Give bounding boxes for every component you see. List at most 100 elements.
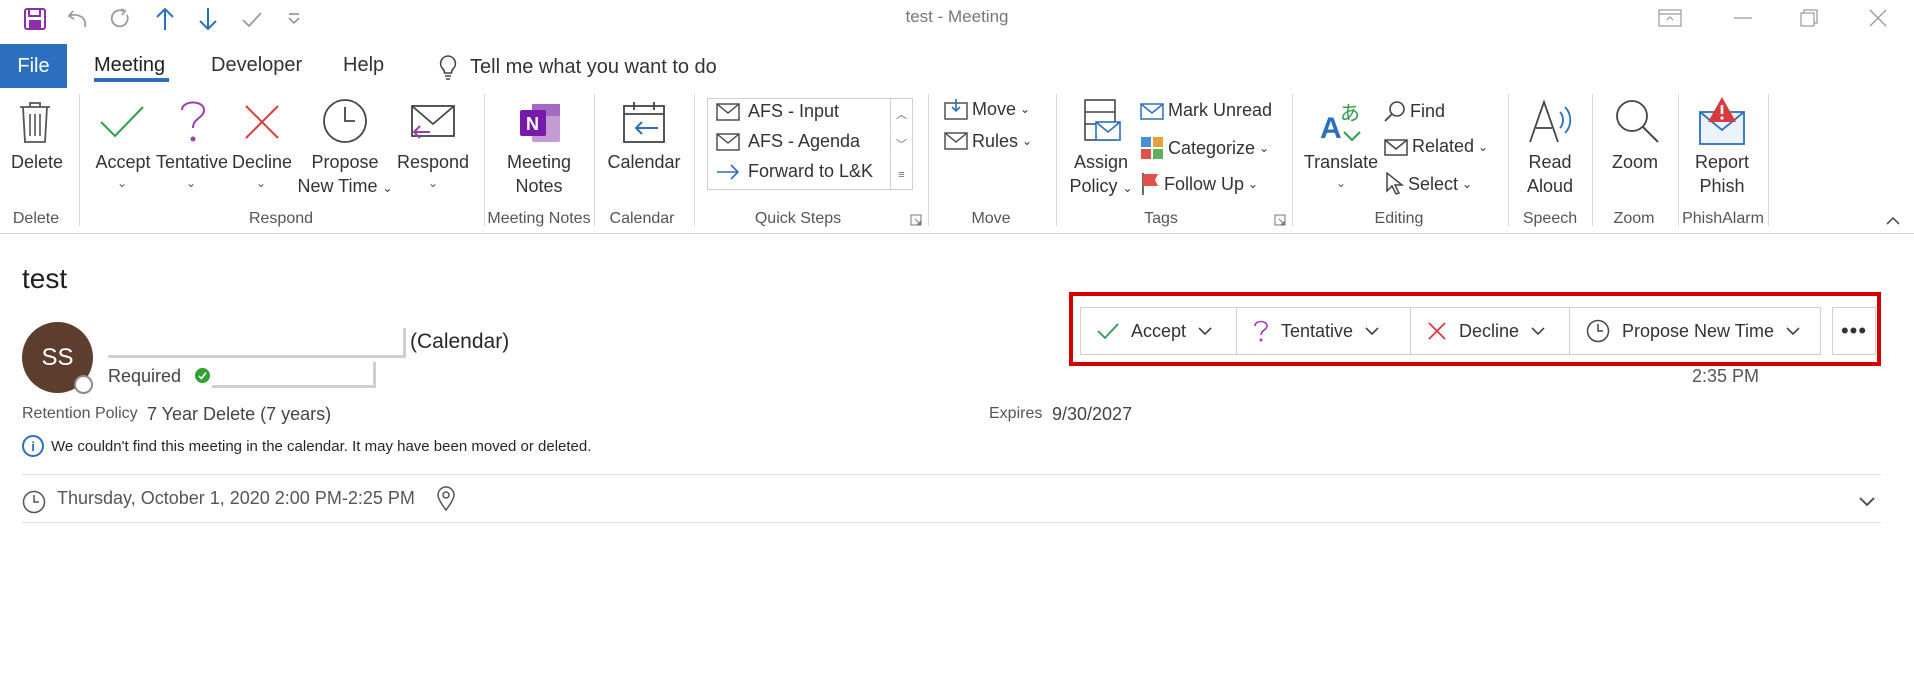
required-label: Required (108, 366, 182, 386)
accepted-status-icon (195, 368, 210, 383)
flag-icon (1142, 173, 1158, 195)
accept-check-icon[interactable] (99, 104, 145, 140)
assign-policy-line2: Policy ⌄ (1069, 176, 1133, 196)
group-separator (694, 94, 695, 226)
divider (22, 474, 1881, 475)
dialog-launcher-icon[interactable] (910, 214, 922, 226)
collapse-ribbon-icon[interactable] (1886, 216, 1900, 226)
dialog-launcher-icon[interactable] (1274, 214, 1286, 226)
move-label: Move (972, 98, 1017, 119)
accept-button[interactable]: Accept (92, 150, 154, 174)
expires-label: Expires (989, 405, 1043, 422)
chevron-down-icon[interactable]: ⌄ (428, 176, 438, 190)
response-propose-button[interactable]: Propose New Time (1570, 308, 1820, 354)
decline-x-icon[interactable] (244, 104, 280, 140)
group-label-calendar: Calendar (609, 210, 675, 227)
window-title: test - Meeting (905, 7, 1009, 26)
report-phish-line2: Phish (1699, 176, 1745, 196)
forward-arrow-icon (717, 163, 740, 180)
location-pin-icon[interactable] (436, 486, 456, 512)
response-tentative-button[interactable]: Tentative (1237, 308, 1411, 354)
follow-up-button[interactable]: Follow Up ⌄ (1140, 172, 1258, 196)
more-actions-button[interactable]: ••• (1832, 307, 1876, 355)
move-button[interactable]: Move ⌄ (944, 98, 1030, 120)
respond-envelope-icon[interactable] (410, 102, 456, 142)
categorize-button[interactable]: Categorize ⌄ (1140, 136, 1269, 160)
find-button[interactable]: Find (1384, 100, 1445, 122)
response-tentative-label: Tentative (1281, 320, 1354, 341)
tab-file[interactable]: File (0, 44, 67, 88)
close-icon[interactable] (1848, 0, 1908, 36)
expand-chevron-icon[interactable] (1858, 496, 1876, 507)
gallery-scroll-up-icon[interactable]: ︿ (890, 99, 912, 128)
meeting-notes-button[interactable]: Meeting Notes (488, 150, 590, 198)
tell-me-search[interactable]: Tell me what you want to do (438, 54, 717, 80)
tentative-question-icon[interactable] (178, 98, 208, 144)
group-label-respond: Respond (248, 210, 314, 227)
group-separator (1678, 94, 1679, 226)
translate-icon[interactable]: Aあ (1318, 98, 1364, 144)
trash-icon[interactable] (18, 100, 52, 144)
gallery-more-icon[interactable]: ≡ (890, 159, 912, 190)
response-decline-button[interactable]: Decline (1411, 308, 1570, 354)
info-icon: i (22, 435, 44, 457)
info-message: We couldn't find this meeting in the cal… (51, 437, 592, 455)
tab-developer[interactable]: Developer (211, 54, 302, 77)
cursor-icon (1386, 172, 1404, 195)
calendar-tag: (Calendar) (410, 330, 510, 353)
ribbon-display-options-icon[interactable] (1640, 0, 1700, 36)
read-aloud-button[interactable]: Read Aloud (1512, 150, 1588, 198)
calendar-button[interactable]: Calendar (602, 150, 686, 174)
chevron-down-icon[interactable]: ⌄ (186, 176, 196, 190)
tab-help[interactable]: Help (343, 54, 384, 77)
quick-step-afs-input[interactable]: AFS - Input (716, 101, 839, 122)
chevron-down-icon (1365, 326, 1379, 335)
attendee-name-redacted (212, 362, 376, 388)
chevron-down-icon[interactable]: ⌄ (117, 176, 127, 190)
svg-text:あ: あ (1340, 101, 1360, 125)
report-phish-button[interactable]: Report Phish (1682, 150, 1762, 198)
categorize-icon (1141, 137, 1163, 159)
tab-meeting[interactable]: Meeting (94, 54, 165, 77)
meeting-time-row: Thursday, October 1, 2020 2:00 PM-2:25 P… (22, 484, 1881, 522)
translate-button[interactable]: Translate (1300, 150, 1382, 174)
zoom-button[interactable]: Zoom (1598, 150, 1672, 174)
tentative-question-icon (1254, 320, 1268, 342)
onenote-icon[interactable]: N (518, 102, 562, 144)
related-button[interactable]: Related ⌄ (1384, 136, 1488, 157)
select-button[interactable]: Select ⌄ (1384, 172, 1472, 196)
quick-steps-gallery: AFS - Input AFS - Agenda Forward to L&K … (707, 98, 913, 190)
propose-new-time-button[interactable]: Propose New Time ⌄ (292, 150, 398, 200)
restore-icon[interactable] (1779, 0, 1839, 36)
minimize-icon[interactable] (1713, 0, 1773, 36)
categorize-label: Categorize (1168, 137, 1256, 158)
group-label-quick-steps: Quick Steps (754, 210, 842, 227)
zoom-icon[interactable] (1614, 98, 1660, 144)
quick-step-forward[interactable]: Forward to L&K (716, 161, 873, 182)
assign-policy-icon[interactable] (1082, 98, 1122, 146)
delete-button[interactable]: Delete (8, 150, 66, 174)
mark-unread-label: Mark Unread (1168, 100, 1273, 120)
gallery-scroll-down-icon[interactable]: ﹀ (890, 129, 912, 158)
read-aloud-icon[interactable] (1528, 98, 1574, 146)
mark-unread-button[interactable]: Mark Unread (1140, 100, 1272, 121)
chevron-down-icon (1198, 326, 1212, 335)
quick-step-afs-agenda[interactable]: AFS - Agenda (716, 131, 860, 152)
clock-icon (1586, 319, 1610, 343)
calendar-icon[interactable] (622, 100, 666, 144)
rules-button[interactable]: Rules ⌄ (944, 130, 1032, 152)
respond-button[interactable]: Respond (396, 150, 470, 174)
propose-clock-icon[interactable] (322, 98, 368, 144)
decline-button[interactable]: Decline (230, 150, 294, 174)
group-label-editing: Editing (1374, 210, 1424, 227)
tell-me-label: Tell me what you want to do (470, 55, 717, 78)
tentative-button[interactable]: Tentative (154, 150, 230, 174)
report-phish-line1: Report (1694, 152, 1750, 172)
report-phish-icon[interactable] (1698, 96, 1746, 146)
group-label-move: Move (971, 210, 1011, 227)
chevron-down-icon[interactable]: ⌄ (1336, 176, 1346, 190)
response-accept-button[interactable]: Accept (1081, 308, 1237, 354)
retention-policy-label: Retention Policy (22, 405, 138, 422)
chevron-down-icon[interactable]: ⌄ (256, 176, 266, 190)
assign-policy-button[interactable]: Assign Policy ⌄ (1064, 150, 1138, 200)
